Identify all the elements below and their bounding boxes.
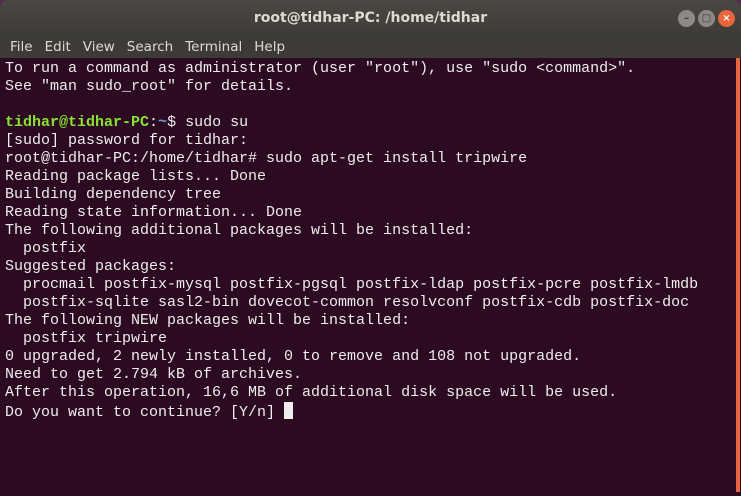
prompt-line: tidhar@tidhar-PC:~$ sudo su [5,114,732,132]
terminal-line: See "man sudo_root" for details. [5,78,294,95]
terminal-window: root@tidhar-PC: /home/tidhar – □ × File … [0,0,741,496]
menu-help[interactable]: Help [248,39,291,55]
maximize-icon[interactable]: □ [698,10,715,27]
terminal-line: Reading state information... Done [5,204,303,221]
terminal-line: Building dependency tree [5,186,222,203]
terminal-line: procmail postfix-mysql postfix-pgsql pos… [5,276,699,293]
terminal-line: root@tidhar-PC:/home/tidhar# sudo apt-ge… [5,150,528,167]
scrollbar[interactable] [736,58,740,492]
terminal-line: postfix [5,240,87,257]
terminal-line: postfix tripwire [5,330,168,347]
terminal-line: To run a command as administrator (user … [5,60,636,77]
terminal-line: Reading package lists... Done [5,168,267,185]
terminal-line: ​ [5,96,732,114]
terminal-output[interactable]: To run a command as administrator (user … [0,58,737,492]
title-bar[interactable]: root@tidhar-PC: /home/tidhar – □ × [0,0,741,36]
prompt-cmd: $ sudo su [167,114,249,131]
cursor [284,402,294,419]
menu-edit[interactable]: Edit [39,39,77,55]
prompt-sep: : [149,114,159,131]
menu-bar: File Edit View Search Terminal Help [0,36,741,58]
terminal-line: 0 upgraded, 2 newly installed, 0 to remo… [5,348,582,365]
continue-prompt: Do you want to continue? [Y/n] [5,402,732,422]
prompt-user-host: tidhar@tidhar-PC [5,114,150,131]
terminal-line: Need to get 2.794 kB of archives. [5,366,303,383]
terminal-line: postfix-sqlite sasl2-bin dovecot-common … [5,294,690,311]
close-icon[interactable]: × [718,10,735,27]
window-title: root@tidhar-PC: /home/tidhar [253,10,488,26]
prompt-path: ~ [158,114,168,131]
terminal-line: The following NEW packages will be insta… [5,312,411,329]
continue-prompt-text: Do you want to continue? [Y/n] [5,404,285,421]
menu-search[interactable]: Search [121,39,179,55]
terminal-line: Suggested packages: [5,258,177,275]
minimize-icon[interactable]: – [678,10,695,27]
terminal-line: After this operation, 16,6 MB of additio… [5,384,618,401]
terminal-line: [sudo] password for tidhar: [5,132,249,149]
menu-terminal[interactable]: Terminal [179,39,248,55]
menu-file[interactable]: File [4,39,39,55]
terminal-line: The following additional packages will b… [5,222,474,239]
menu-view[interactable]: View [77,39,121,55]
